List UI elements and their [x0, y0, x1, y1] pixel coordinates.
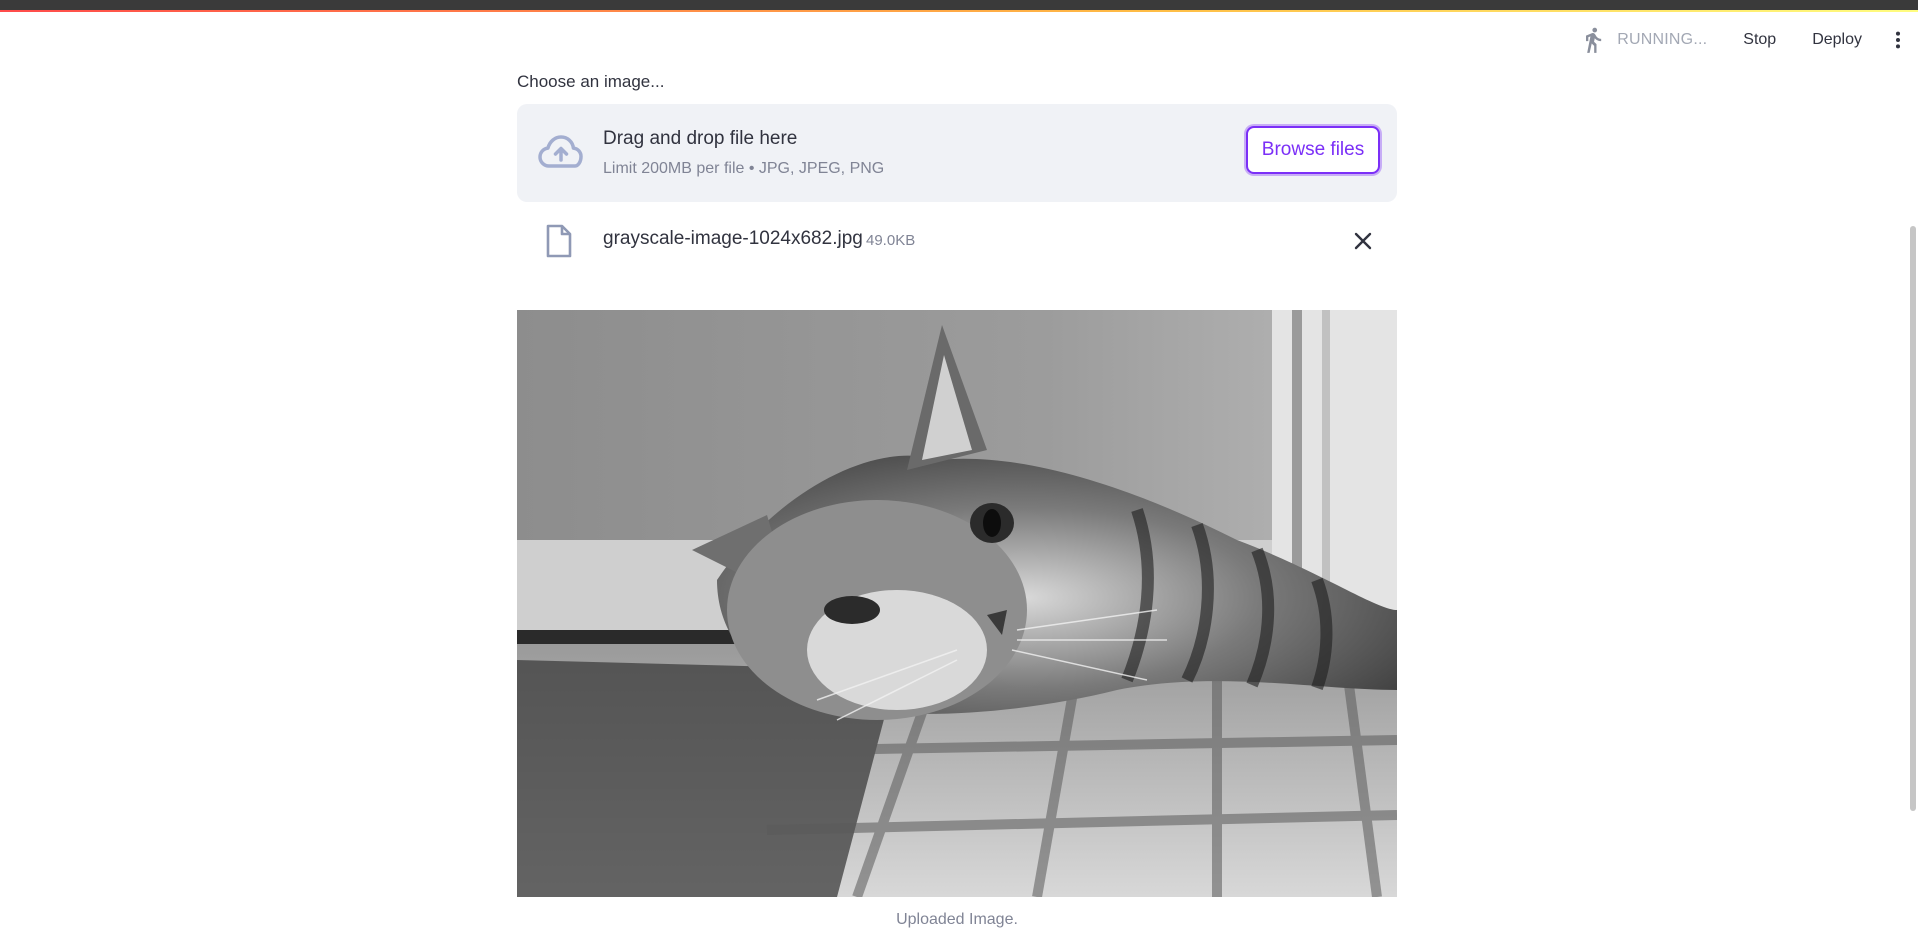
cat-photo-image — [517, 310, 1397, 897]
uploaded-file-name: grayscale-image-1024x682.jpg — [603, 228, 863, 249]
file-dropzone[interactable]: Drag and drop file here Limit 200MB per … — [517, 104, 1397, 202]
uploaded-file-row: grayscale-image-1024x682.jpg 49.0KB — [517, 218, 1397, 264]
uploaded-file-size: 49.0KB — [866, 232, 916, 249]
dropzone-title: Drag and drop file here — [603, 128, 798, 149]
uploaded-image — [517, 310, 1397, 897]
page-scrollbar[interactable] — [1910, 226, 1916, 811]
uploader-label: Choose an image... — [517, 72, 665, 91]
image-caption: Uploaded Image. — [896, 911, 1018, 928]
deploy-button[interactable]: Deploy — [1800, 23, 1874, 57]
running-person-icon — [1579, 26, 1607, 54]
stop-button[interactable]: Stop — [1731, 23, 1788, 57]
browse-files-button[interactable]: Browse files — [1246, 126, 1380, 174]
cloud-upload-icon — [537, 132, 585, 172]
app-toolbar: RUNNING... Stop Deploy — [1518, 20, 1918, 60]
file-icon — [545, 224, 573, 258]
more-vertical-icon[interactable] — [1886, 28, 1910, 52]
dropzone-subtitle: Limit 200MB per file • JPG, JPEG, PNG — [603, 160, 885, 177]
header-decoration-bar — [0, 0, 1918, 12]
running-status-text: RUNNING... — [1617, 31, 1708, 48]
close-icon[interactable] — [1351, 229, 1375, 253]
